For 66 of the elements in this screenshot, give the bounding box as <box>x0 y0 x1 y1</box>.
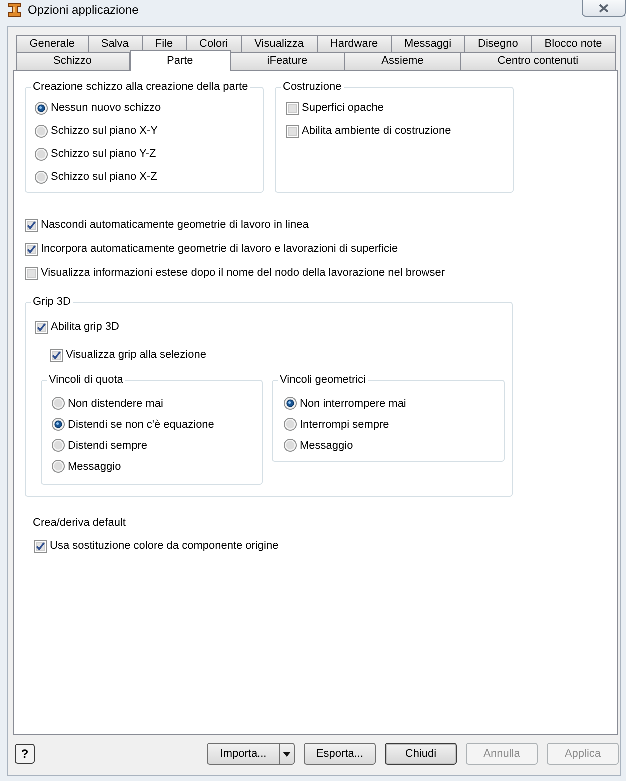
group-title: Costruzione <box>282 80 343 94</box>
radio-label[interactable]: Schizzo sul piano X-Y <box>51 124 158 138</box>
group-title: Grip 3D <box>32 295 72 309</box>
close-icon <box>599 4 609 12</box>
dialog-button[interactable]: Chiudi <box>385 743 457 765</box>
group-title: Vincoli geometrici <box>279 373 368 387</box>
group-title: Vincoli di quota <box>48 373 124 387</box>
radio-label[interactable]: Nessun nuovo schizzo <box>51 101 162 115</box>
checkbox[interactable] <box>25 218 38 232</box>
radio-label[interactable]: Messaggio <box>68 460 122 474</box>
radio-label[interactable]: Distendi se non c'è equazione <box>68 418 214 432</box>
tab[interactable]: Disegno <box>465 35 532 52</box>
tab[interactable]: Blocco note <box>532 35 616 52</box>
help-button[interactable]: ? <box>15 744 35 764</box>
dialog-button[interactable]: Esporta... <box>304 743 376 765</box>
tab[interactable]: Salva <box>88 35 143 52</box>
checkbox-label[interactable]: Abilita grip 3D <box>51 320 120 334</box>
tab[interactable]: Assieme <box>345 52 462 70</box>
section-title: Crea/deriva default <box>33 516 126 530</box>
checkbox[interactable] <box>34 540 47 552</box>
checkbox-label[interactable]: Usa sostituzione colore da componente origine <box>50 539 279 553</box>
checkbox-label[interactable]: Visualizza grip alla selezione <box>66 348 206 362</box>
checkbox-label[interactable]: Nascondi automaticamente geometrie di lavoro in linea <box>41 218 309 232</box>
checkbox[interactable] <box>286 124 299 138</box>
radio-label[interactable]: Non distendere mai <box>68 396 164 410</box>
radio-button[interactable] <box>52 397 65 410</box>
group-title: Creazione schizzo alla creazione della parte <box>32 80 250 94</box>
checkbox-label[interactable]: Incorpora automaticamente geometrie di lavoro e lavorazioni di superficie <box>41 242 398 256</box>
caret-icon <box>283 752 291 756</box>
checkbox-label[interactable]: Visualizza informazioni estese dopo il nome del nodo della lavorazione nel browser <box>41 266 445 280</box>
checkbox[interactable] <box>35 320 48 334</box>
close-button[interactable] <box>582 0 626 17</box>
radio-button[interactable] <box>52 460 65 473</box>
checkbox-label[interactable]: Abilita ambiente di costruzione <box>302 124 452 138</box>
radio-label[interactable]: Schizzo sul piano Y-Z <box>51 147 156 161</box>
checkbox[interactable] <box>25 266 38 280</box>
tab[interactable]: Schizzo <box>16 52 130 70</box>
import-button[interactable]: Importa... <box>207 743 280 765</box>
tab[interactable]: Generale <box>16 35 89 52</box>
radio-button[interactable] <box>35 102 48 114</box>
tab[interactable]: Centro contenuti <box>461 52 616 70</box>
radio-button[interactable] <box>35 148 48 160</box>
radio-button[interactable] <box>52 439 65 452</box>
checkbox[interactable] <box>25 242 38 256</box>
window-title: Opzioni applicazione <box>28 3 139 17</box>
tab[interactable]: Messaggi <box>392 35 466 52</box>
radio-label[interactable]: Schizzo sul piano X-Z <box>51 170 158 184</box>
tab[interactable]: Parte <box>130 50 231 71</box>
radio-button[interactable] <box>284 397 297 410</box>
tab[interactable]: iFeature <box>230 52 346 70</box>
dropdown-button[interactable] <box>280 743 295 765</box>
radio-button[interactable] <box>52 418 65 431</box>
radio-label[interactable]: Interrompi sempre <box>300 418 390 432</box>
radio-label[interactable]: Distendi sempre <box>68 438 148 452</box>
checkbox[interactable] <box>50 348 63 362</box>
checkbox[interactable] <box>286 102 299 114</box>
tab[interactable]: Hardware <box>318 35 392 52</box>
radio-button[interactable] <box>284 439 297 452</box>
app-icon <box>7 2 23 18</box>
radio-label[interactable]: Messaggio <box>300 438 354 452</box>
radio-label[interactable]: Non interrompere mai <box>300 396 406 410</box>
checkbox-label[interactable]: Superfici opache <box>302 101 384 115</box>
radio-button[interactable] <box>35 170 48 184</box>
tab[interactable]: Visualizza <box>242 35 318 52</box>
radio-button[interactable] <box>35 124 48 138</box>
radio-button[interactable] <box>284 418 297 431</box>
